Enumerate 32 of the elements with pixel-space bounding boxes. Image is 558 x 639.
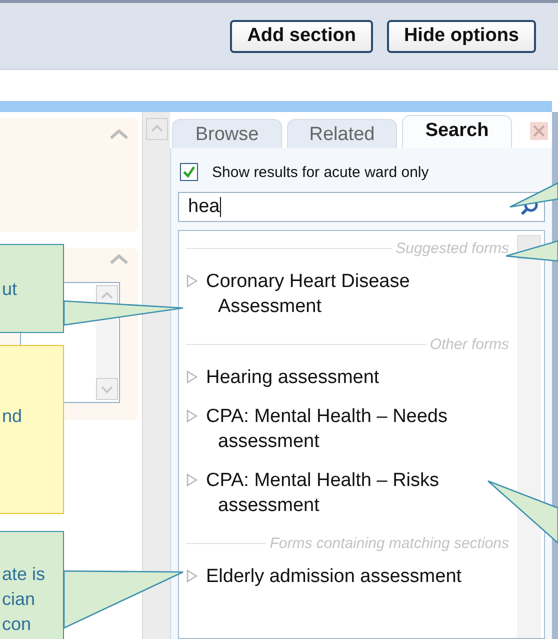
callout-text: nd [2, 405, 22, 428]
search-field[interactable]: hea [178, 192, 545, 222]
close-icon[interactable] [530, 122, 548, 140]
tab[interactable]: Search [402, 115, 512, 148]
group-heading: Other forms [430, 336, 509, 352]
result-link[interactable]: CPA: Mental Health – Risks assessment [206, 468, 508, 518]
result-link[interactable]: Hearing assessment [206, 365, 508, 390]
result-link[interactable]: Coronary Heart Disease Assessment [206, 269, 508, 319]
scroll-up-icon[interactable] [146, 118, 168, 140]
callout-text: ate is cian con [2, 563, 46, 636]
tab[interactable]: Browse [172, 119, 282, 148]
toolbar-button[interactable]: Hide options [386, 20, 536, 52]
callout-pointer [509, 182, 558, 208]
result-link[interactable]: Elderly admission assessment [206, 564, 508, 589]
expand-icon[interactable] [186, 569, 198, 583]
collapse-icon[interactable] [109, 128, 129, 140]
scrollbar[interactable] [142, 112, 170, 639]
collapse-icon[interactable] [109, 253, 129, 265]
result-link[interactable]: CPA: Mental Health – Needs assessment [206, 404, 508, 454]
expand-icon[interactable] [186, 370, 198, 384]
checkbox-label: Show results for acute ward only [212, 164, 429, 180]
tab[interactable]: Related [287, 119, 397, 148]
callout-text: ut [2, 278, 18, 301]
toolbar-button[interactable]: Add section [230, 20, 373, 52]
group-heading: Forms containing matching sections [270, 534, 509, 552]
group-heading: Suggested forms [396, 240, 509, 256]
expand-icon[interactable] [186, 409, 198, 423]
scroll-down-icon[interactable] [96, 378, 118, 400]
checkbox[interactable] [180, 163, 198, 181]
expand-icon[interactable] [186, 473, 198, 487]
expand-icon[interactable] [186, 274, 198, 288]
scrollbar[interactable] [517, 235, 541, 638]
